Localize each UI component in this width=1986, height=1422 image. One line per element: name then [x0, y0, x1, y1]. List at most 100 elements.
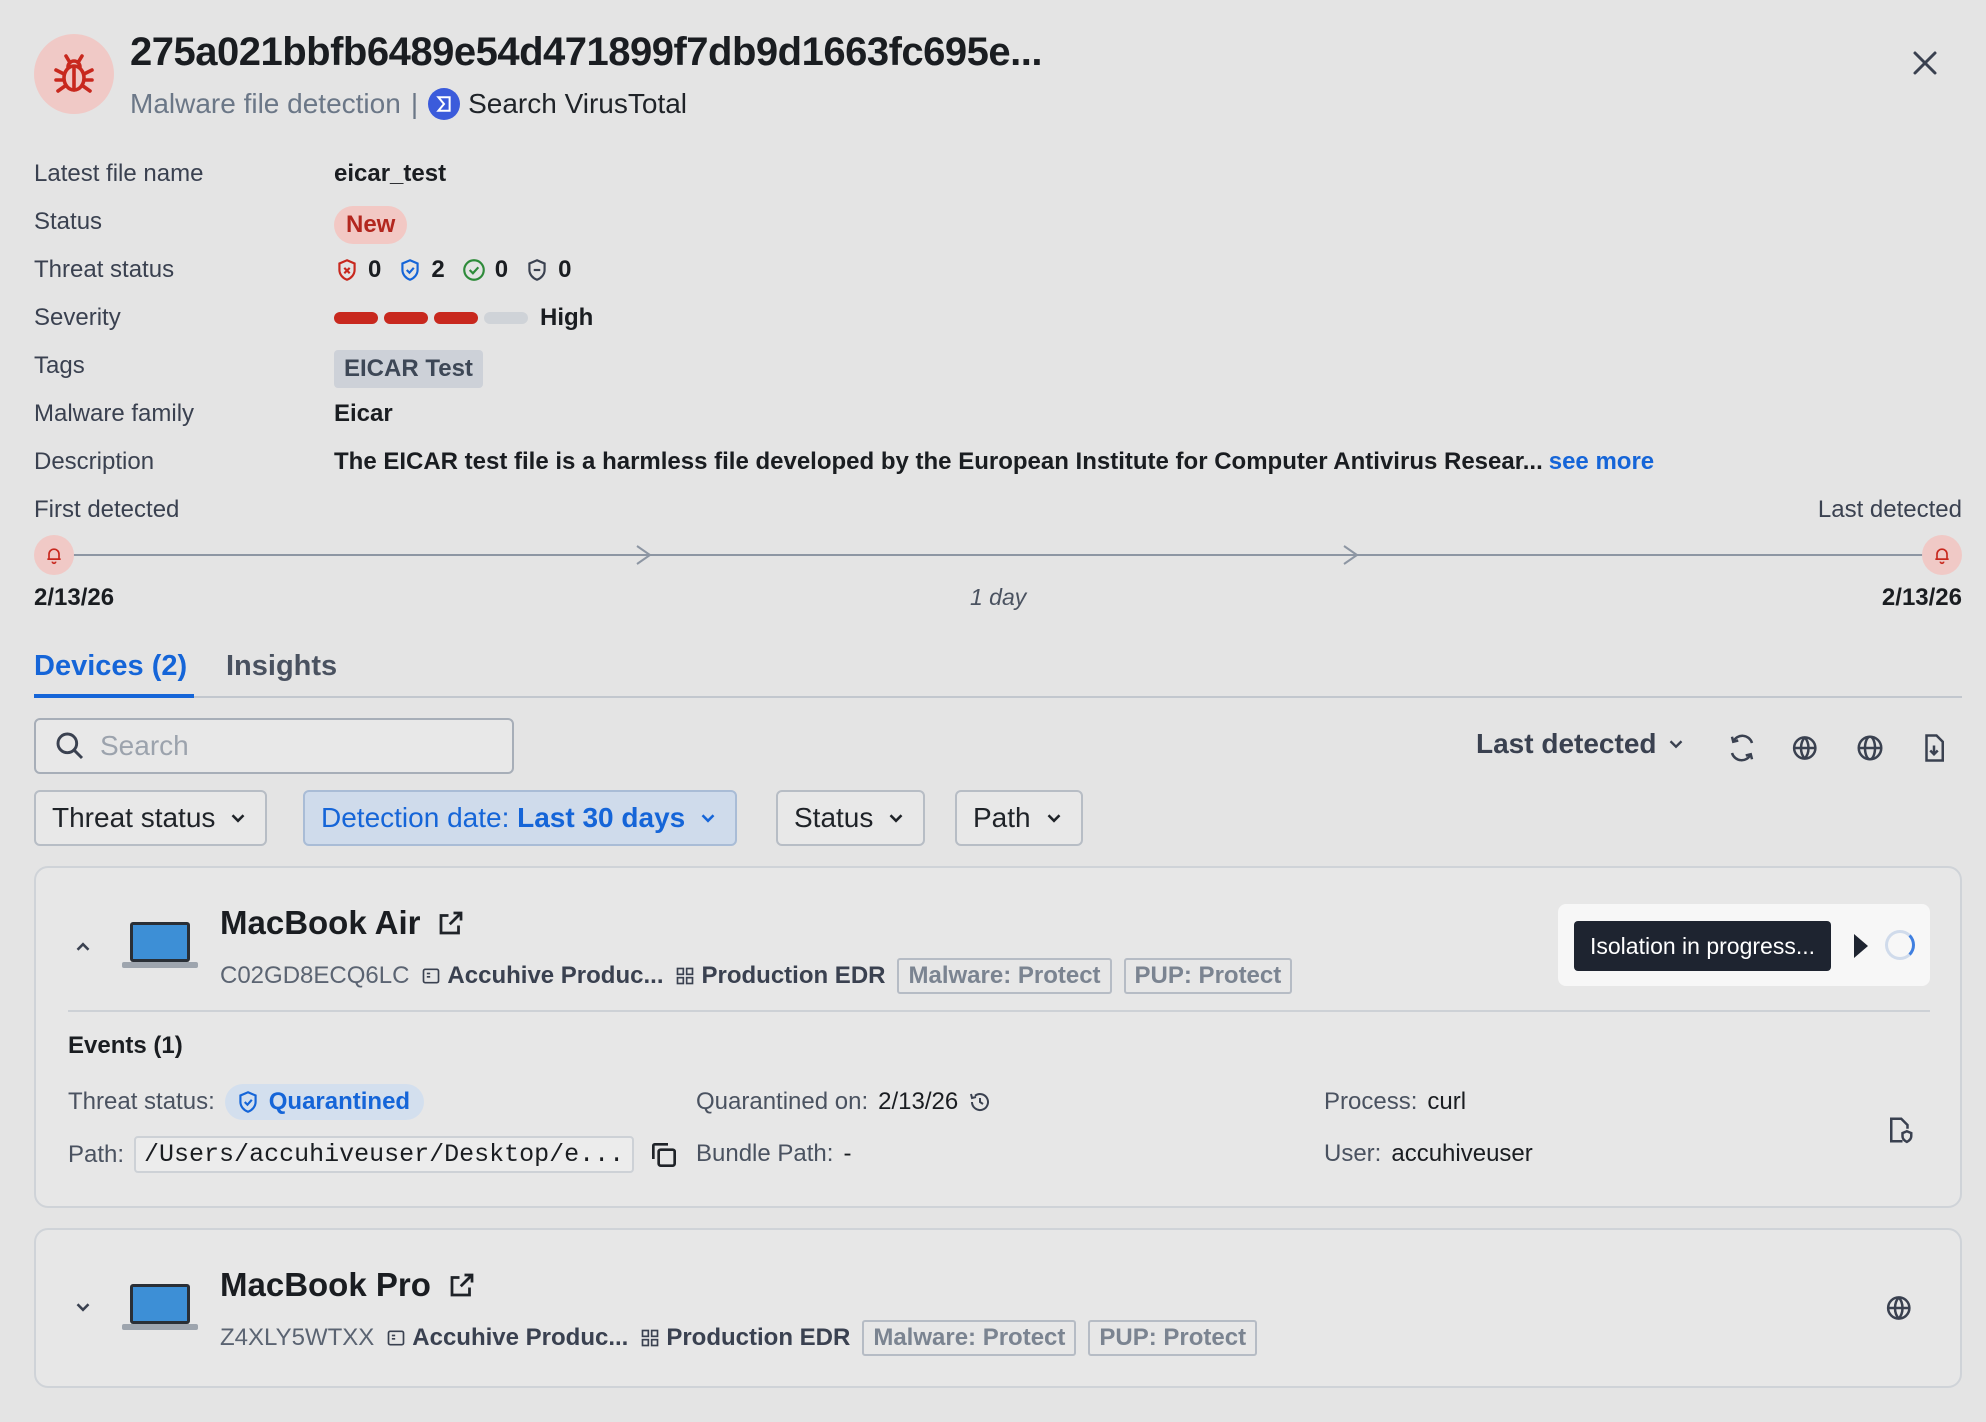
device-plan: Production EDR	[640, 1324, 850, 1352]
threat-status-label: Threat status	[34, 256, 175, 283]
sort-label: Last detected	[1476, 728, 1657, 759]
timeline-duration: 1 day	[970, 584, 1027, 610]
refresh-icon	[1730, 734, 1754, 762]
bundle-path-value: -	[843, 1140, 852, 1167]
event-path: Path: /Users/accuhiveuser/Desktop/e...	[68, 1136, 680, 1173]
sort-dropdown[interactable]: Last detected	[1476, 728, 1687, 760]
search-virustotal-link[interactable]: Search VirusTotal	[468, 88, 687, 120]
threat-count-quarantined: 2	[397, 256, 445, 284]
globe-icon	[1857, 735, 1883, 761]
loading-spinner-icon	[1885, 930, 1915, 960]
chevron-down-icon	[1047, 814, 1061, 823]
tag-chip[interactable]: EICAR Test	[334, 350, 483, 388]
external-link-icon[interactable]	[447, 1270, 477, 1300]
description-value: The EICAR test file is a harmless file d…	[334, 448, 1654, 476]
detection-type-label: Malware file detection	[130, 88, 401, 119]
isolation-tooltip: Isolation in progress...	[1574, 921, 1832, 971]
severity-bar-1	[334, 312, 378, 324]
id-card-icon	[423, 968, 440, 984]
globe-button[interactable]	[1850, 728, 1890, 768]
detection-date-filter[interactable]: Detection date: Last 30 days	[303, 790, 738, 846]
path-filter[interactable]: Path	[955, 790, 1083, 846]
device-name-text[interactable]: MacBook Air	[220, 904, 420, 942]
first-detected-date: 2/13/26	[34, 584, 115, 611]
card-divider	[68, 1010, 1930, 1012]
threat-status-label: Threat status:	[68, 1088, 215, 1115]
device-plan: Production EDR	[675, 962, 885, 990]
threat-count-other: 0	[524, 256, 571, 284]
export-button[interactable]	[1914, 728, 1954, 768]
expand-button[interactable]	[68, 1292, 98, 1322]
chevron-down-icon	[889, 814, 903, 823]
file-download-icon	[1925, 734, 1944, 762]
malware-policy-chip: Malware: Protect	[897, 958, 1112, 994]
chevron-up-icon	[76, 942, 90, 951]
latest-file-name-value: eicar_test	[334, 160, 447, 187]
external-link-icon[interactable]	[436, 908, 466, 938]
process-value: curl	[1427, 1088, 1467, 1115]
description-label: Description	[34, 448, 155, 475]
user-label: User:	[1324, 1140, 1382, 1167]
severity-label: Severity	[34, 304, 121, 331]
severity-meter: High	[334, 304, 593, 332]
tab-devices[interactable]: Devices (2)	[34, 650, 187, 683]
virustotal-icon	[428, 88, 461, 120]
bell-icon	[1922, 535, 1962, 575]
refresh-button[interactable]	[1722, 728, 1762, 768]
device-card-macbook-pro	[34, 1228, 1962, 1388]
file-hash-title: 275a021bbfb6489e54d471899f7db9d1663fc695…	[130, 30, 1042, 74]
chevron-down-icon	[1669, 740, 1682, 749]
device-name-text[interactable]: MacBook Pro	[220, 1266, 431, 1304]
device-serial: C02GD8ECQ6LC	[220, 962, 410, 989]
severity-value: High	[540, 304, 594, 331]
chevron-down-icon	[701, 814, 715, 823]
grid-icon	[677, 967, 694, 985]
path-label: Path:	[68, 1140, 125, 1168]
grid-icon	[641, 1329, 659, 1347]
subtitle-separator: |	[410, 88, 419, 119]
threat-status-filter-label: Threat status	[52, 802, 216, 833]
copy-icon[interactable]	[648, 1139, 680, 1171]
chevron-down-icon	[76, 1303, 90, 1312]
device-org: Accuhive Produc...	[386, 1324, 628, 1352]
detection-date-prefix: Detection date:	[321, 802, 510, 833]
tab-insights[interactable]: Insights	[226, 650, 337, 683]
status-badge: New	[334, 206, 408, 244]
quarantined-badge: Quarantined	[224, 1084, 425, 1120]
close-button[interactable]	[1906, 44, 1944, 82]
chevron-down-icon	[231, 814, 245, 823]
status-filter-label: Status	[794, 802, 874, 833]
event-process: Process: curl	[1324, 1088, 1466, 1116]
device-name: MacBook Pro	[220, 1266, 477, 1304]
shield-check-icon	[401, 259, 420, 281]
first-detected-label: First detected	[34, 496, 180, 523]
threat-status-filter[interactable]: Threat status	[34, 790, 268, 846]
history-icon	[970, 1093, 990, 1111]
shield-minus-icon	[528, 259, 546, 281]
bundle-path-label: Bundle Path:	[696, 1140, 834, 1167]
collapse-button[interactable]	[68, 932, 98, 962]
threat-status-counts: 0 2 0 0	[334, 256, 571, 284]
laptop-icon	[122, 1284, 198, 1330]
severity-bar-4	[484, 312, 528, 324]
pup-policy-chip: PUP: Protect	[1088, 1320, 1258, 1356]
latest-file-name-label: Latest file name	[34, 160, 204, 187]
tabs-divider	[34, 696, 1962, 698]
event-quarantined-on: Quarantined on: 2/13/26	[696, 1088, 992, 1116]
pup-policy-chip: PUP: Protect	[1123, 958, 1293, 994]
network-isolate-button[interactable]	[1880, 1288, 1920, 1328]
shield-x-icon	[338, 259, 356, 281]
search-field[interactable]	[34, 718, 514, 774]
malware-bug-icon	[34, 34, 114, 114]
detection-date-value: Last 30 days	[517, 802, 686, 833]
threat-count-resolved: 0	[461, 256, 508, 284]
file-action-button[interactable]	[1880, 1110, 1920, 1150]
timeline-arrow-icon	[636, 545, 652, 565]
network-isolate-button[interactable]	[1786, 728, 1826, 768]
device-serial: Z4XLY5WTXX	[220, 1324, 375, 1351]
search-input[interactable]	[100, 730, 480, 762]
status-filter[interactable]: Status	[776, 790, 926, 846]
globe-shield-icon	[1792, 736, 1817, 760]
see-more-link[interactable]: see more	[1549, 448, 1654, 475]
header-subtitle: Malware file detection | Search VirusTot…	[130, 88, 687, 120]
